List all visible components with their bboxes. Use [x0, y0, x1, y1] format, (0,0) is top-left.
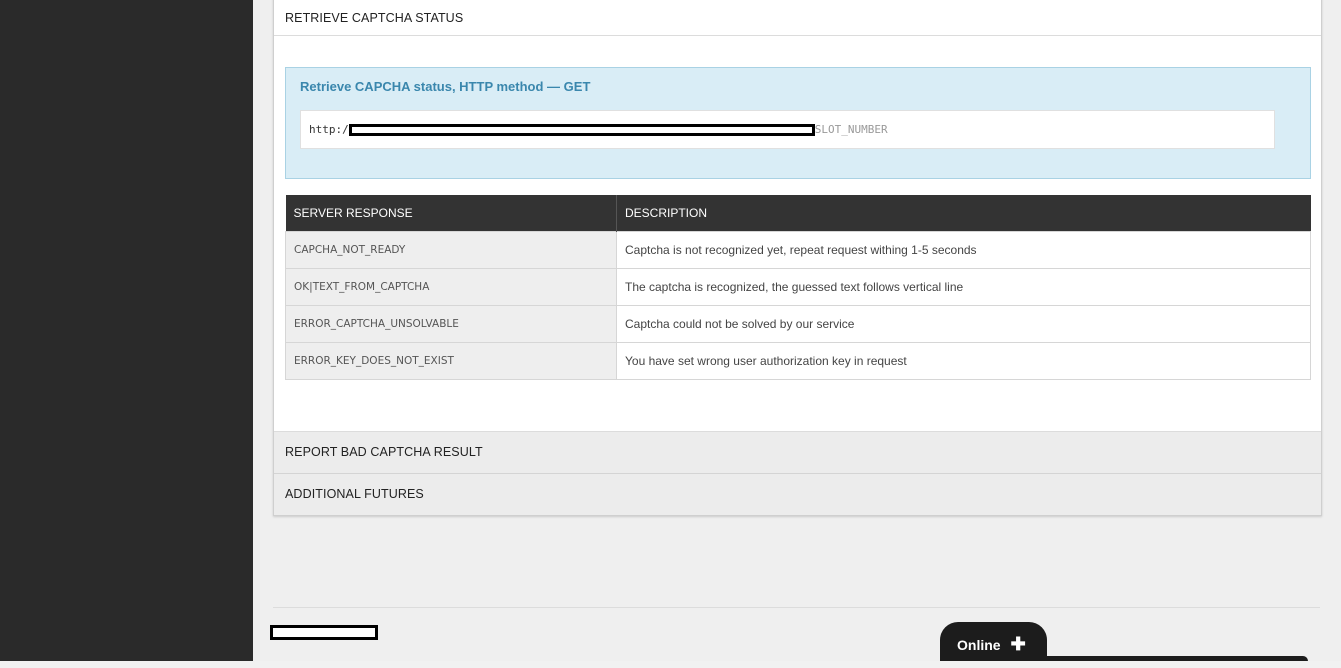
response-code-cell: OK|TEXT_FROM_CAPTCHA — [285, 268, 617, 306]
redacted-url-bar — [348, 123, 815, 136]
response-description-cell: You have set wrong user authorization ke… — [616, 342, 1311, 380]
chat-bar-strip — [1040, 656, 1308, 661]
column-header-server-response: SERVER RESPONSE — [285, 195, 617, 232]
table-row: ERROR_CAPTCHA_UNSOLVABLE Captcha could n… — [285, 305, 1311, 343]
table-row: CAPCHA_NOT_READY Captcha is not recogniz… — [285, 231, 1311, 269]
table-row: ERROR_KEY_DOES_NOT_EXIST You have set wr… — [285, 342, 1311, 380]
response-code-cell: ERROR_KEY_DOES_NOT_EXIST — [285, 342, 617, 380]
section-body-retrieve-status: Retrieve CAPCHA status, HTTP method — GE… — [274, 36, 1321, 431]
response-code-cell: CAPCHA_NOT_READY — [285, 231, 617, 269]
section-header-additional[interactable]: ADDITIONAL FUTURES — [274, 473, 1321, 515]
online-chat-label: Online — [957, 637, 1001, 653]
info-box: Retrieve CAPCHA status, HTTP method — GE… — [285, 67, 1311, 179]
info-box-title: Retrieve CAPCHA status, HTTP method — GE… — [300, 79, 591, 94]
table-header-row: SERVER RESPONSE DESCRIPTION — [285, 195, 1311, 232]
url-code-box: http:/ SLOT_NUMBER — [300, 110, 1275, 149]
online-chat-tab[interactable]: Online ✚ — [940, 622, 1047, 661]
response-description-cell: Captcha could not be solved by our servi… — [616, 305, 1311, 343]
footer-divider — [273, 607, 1320, 608]
section-header-report-bad[interactable]: REPORT BAD CAPTCHA RESULT — [274, 431, 1321, 473]
section-title: ADDITIONAL FUTURES — [285, 487, 424, 501]
api-docs-accordion: RETRIEVE CAPTCHA STATUS Retrieve CAPCHA … — [273, 0, 1322, 516]
server-response-table: SERVER RESPONSE DESCRIPTION CAPCHA_NOT_R… — [285, 195, 1311, 380]
redacted-footer-text — [270, 625, 378, 640]
response-description-cell: Captcha is not recognized yet, repeat re… — [616, 231, 1311, 269]
column-header-description: DESCRIPTION — [616, 195, 1311, 232]
plus-icon[interactable]: ✚ — [1011, 634, 1026, 654]
left-sidebar — [0, 0, 253, 661]
section-title: REPORT BAD CAPTCHA RESULT — [285, 445, 483, 459]
url-suffix: SLOT_NUMBER — [814, 123, 888, 136]
response-description-cell: The captcha is recognized, the guessed t… — [616, 268, 1311, 306]
section-title: RETRIEVE CAPTCHA STATUS — [285, 11, 464, 25]
url-prefix: http:/ — [309, 123, 349, 136]
section-header-retrieve-status[interactable]: RETRIEVE CAPTCHA STATUS — [274, 0, 1321, 36]
table-row: OK|TEXT_FROM_CAPTCHA The captcha is reco… — [285, 268, 1311, 306]
response-code-cell: ERROR_CAPTCHA_UNSOLVABLE — [285, 305, 617, 343]
